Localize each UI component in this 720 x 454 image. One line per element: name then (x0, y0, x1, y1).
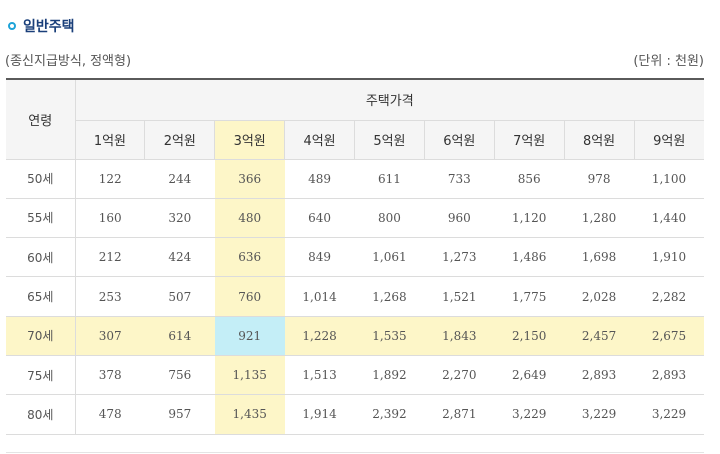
value-cell: 1,120 (494, 198, 565, 239)
value-cell: 1,100 (634, 159, 704, 199)
value-cell: 1,698 (564, 237, 634, 278)
value-cell: 2,150 (494, 316, 565, 356)
value-cell: 1,914 (284, 394, 355, 435)
value-cell: 1,280 (564, 198, 634, 239)
value-cell: 244 (144, 159, 215, 199)
table-row: 60세 212 424 636 849 1,061 1,273 1,486 1,698 1,910 (6, 237, 704, 278)
value-cell: 1,513 (284, 355, 355, 396)
payment-method-caption: (종신지급방식, 정액형) (5, 54, 132, 69)
price-column-header: 5억원 (354, 120, 425, 160)
value-cell: 611 (354, 159, 425, 199)
price-column-header: 3억원 (214, 120, 285, 160)
value-cell: 978 (564, 159, 634, 199)
value-cell: 2,270 (424, 355, 495, 396)
value-cell: 733 (424, 159, 495, 199)
value-cell: 957 (144, 394, 215, 435)
value-cell: 760 (214, 276, 285, 317)
value-cell: 849 (284, 237, 355, 278)
divider (6, 452, 704, 453)
value-cell: 1,775 (494, 276, 565, 317)
value-cell: 1,061 (354, 237, 425, 278)
value-cell: 1,435 (214, 394, 285, 435)
value-cell: 320 (144, 198, 215, 239)
value-cell: 2,871 (424, 394, 495, 435)
age-cell: 75세 (6, 355, 76, 396)
house-price-header: 주택가격 (75, 79, 704, 121)
table-row: 55세 160 320 480 640 800 960 1,120 1,280 1,440 (6, 198, 704, 239)
value-cell: 921 (214, 316, 285, 356)
circle-bullet-icon (8, 22, 16, 30)
value-cell: 1,892 (354, 355, 425, 396)
value-cell: 378 (75, 355, 145, 396)
age-cell: 65세 (6, 276, 76, 317)
value-cell: 160 (75, 198, 145, 239)
age-cell: 80세 (6, 394, 76, 435)
value-cell: 756 (144, 355, 215, 396)
price-column-header: 6억원 (423, 120, 495, 160)
value-cell: 480 (214, 198, 285, 239)
value-cell: 960 (424, 198, 495, 239)
price-column-header: 9억원 (633, 120, 704, 160)
value-cell: 507 (144, 276, 215, 317)
value-cell: 1,268 (354, 276, 425, 317)
value-cell: 1,228 (284, 316, 355, 356)
table-header-row: 연령 주택가격 (6, 79, 704, 160)
value-cell: 640 (284, 198, 355, 239)
value-cell: 2,893 (564, 355, 634, 396)
value-cell: 1,535 (354, 316, 425, 356)
age-cell: 60세 (6, 237, 76, 278)
value-cell: 2,893 (634, 355, 704, 396)
value-cell: 424 (144, 237, 215, 278)
value-cell: 2,028 (564, 276, 634, 317)
age-cell: 70세 (6, 316, 76, 356)
table-row: 50세 122 244 366 489 611 733 856 978 1,100 (6, 159, 704, 199)
value-cell: 489 (284, 159, 355, 199)
value-cell: 2,282 (634, 276, 704, 317)
value-cell: 2,457 (564, 316, 634, 356)
value-cell: 800 (354, 198, 425, 239)
table-row: 65세 253 507 760 1,014 1,268 1,521 1,775 2,028 2,2… (6, 276, 704, 317)
unit-caption: (단위 : 천원) (633, 54, 704, 69)
table-row: 75세 378 756 1,135 1,513 1,892 2,270 2,649 2,893 2… (6, 355, 704, 396)
value-cell: 856 (494, 159, 565, 199)
value-cell: 614 (144, 316, 215, 356)
table-row: 70세 307 614 921 1,228 1,535 1,843 2,150 2,457 2,6… (6, 316, 704, 356)
value-cell: 212 (75, 237, 145, 278)
price-column-header-row: 1억원 2억원 3억원 4억원 5억원 6억원 7억원 8억원 9억원 (6, 120, 704, 160)
price-column-header: 4억원 (284, 120, 355, 160)
age-header: 연령 (6, 79, 76, 160)
value-cell: 1,273 (424, 237, 495, 278)
value-cell: 3,229 (564, 394, 634, 435)
value-cell: 366 (214, 159, 285, 199)
value-cell: 122 (75, 159, 145, 199)
value-cell: 2,675 (634, 316, 704, 356)
section-title-text: 일반주택 (23, 19, 75, 35)
price-column-header: 8억원 (563, 120, 634, 160)
value-cell: 1,135 (214, 355, 285, 396)
price-column-header: 7억원 (493, 120, 565, 160)
value-cell: 1,486 (494, 237, 565, 278)
table-row: 80세 478 957 1,435 1,914 2,392 2,871 3,229 3,229 3… (6, 394, 704, 435)
value-cell: 307 (75, 316, 145, 356)
pension-table: 연령 주택가격 1억원 2억원 3억원 4억원 5억원 6억원 7억원 8억원 9억원 50세 1… (6, 78, 704, 435)
section-title: 일반주택 (8, 15, 75, 37)
value-cell: 1,014 (284, 276, 355, 317)
value-cell: 1,910 (634, 237, 704, 278)
age-cell: 50세 (6, 159, 76, 199)
price-column-header: 1억원 (74, 120, 145, 160)
value-cell: 2,649 (494, 355, 565, 396)
value-cell: 253 (75, 276, 145, 317)
value-cell: 3,229 (634, 394, 704, 435)
value-cell: 636 (214, 237, 285, 278)
value-cell: 1,440 (634, 198, 704, 239)
value-cell: 1,521 (424, 276, 495, 317)
value-cell: 2,392 (354, 394, 425, 435)
value-cell: 478 (75, 394, 145, 435)
price-column-header: 2억원 (144, 120, 215, 160)
value-cell: 3,229 (494, 394, 565, 435)
value-cell: 1,843 (424, 316, 495, 356)
table-body: 50세 122 244 366 489 611 733 856 978 1,100 55세 160 32… (6, 159, 704, 435)
age-cell: 55세 (6, 198, 76, 239)
